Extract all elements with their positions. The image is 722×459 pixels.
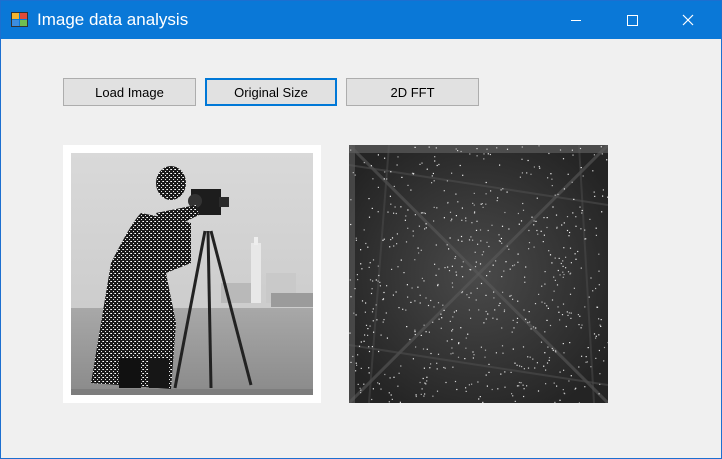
source-image-box (63, 145, 321, 403)
app-icon (11, 11, 29, 29)
fft-button[interactable]: 2D FFT (346, 78, 479, 106)
window-title: Image data analysis (37, 10, 189, 29)
app-window: Image data analysis Load Image Original … (0, 0, 722, 459)
fft-spectrum (349, 145, 608, 403)
minimize-icon (570, 14, 582, 26)
title-bar[interactable]: Image data analysis (1, 1, 721, 39)
original-size-button[interactable]: Original Size (205, 78, 337, 106)
close-button[interactable] (665, 1, 711, 39)
client-area: Load Image Original Size 2D FFT (1, 39, 721, 458)
fft-image-box (349, 145, 608, 403)
close-icon (682, 14, 694, 26)
maximize-button[interactable] (609, 1, 655, 39)
cameraman-photo (71, 153, 313, 395)
minimize-button[interactable] (553, 1, 599, 39)
maximize-icon (626, 14, 638, 26)
load-image-button[interactable]: Load Image (63, 78, 196, 106)
